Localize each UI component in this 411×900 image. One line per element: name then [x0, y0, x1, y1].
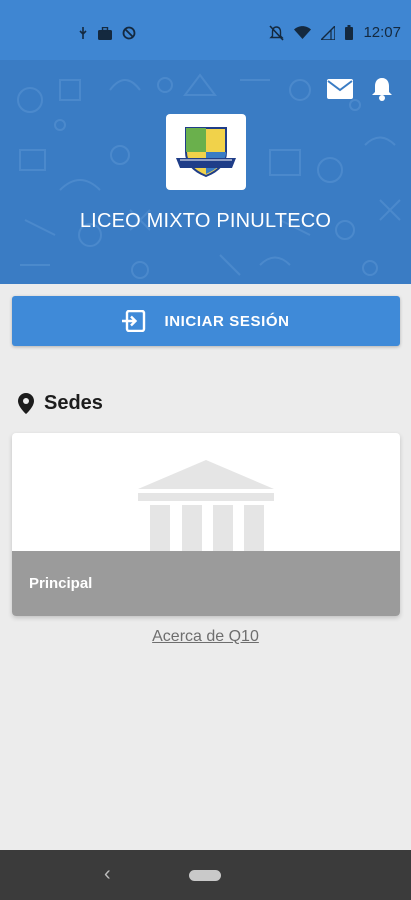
login-button[interactable]: INICIAR SESIÓN [12, 296, 400, 346]
location-pin-icon [18, 393, 34, 414]
bell-off-icon [269, 24, 285, 41]
sedes-heading: Sedes [18, 392, 103, 415]
nav-home-pill[interactable] [189, 870, 221, 881]
status-right-icons: 12:07 [269, 24, 401, 41]
sedes-title: Sedes [44, 392, 103, 414]
status-bar: 12:07 [0, 0, 411, 60]
bell-icon[interactable] [371, 76, 393, 101]
school-crest-icon [176, 127, 236, 178]
blocked-circle-icon [122, 26, 136, 40]
battery-icon [345, 25, 354, 40]
school-logo [166, 114, 246, 190]
mail-icon[interactable] [327, 78, 353, 99]
status-left-icons [78, 26, 136, 40]
campus-card-principal[interactable]: Principal [12, 433, 400, 616]
wifi-icon [294, 26, 312, 39]
login-icon [122, 310, 146, 332]
briefcase-icon [98, 26, 112, 40]
status-time: 12:07 [363, 24, 401, 41]
usb-icon [79, 27, 87, 39]
school-header: LICEO MIXTO PINULTECO [0, 60, 411, 284]
about-q10-link[interactable]: Acerca de Q10 [0, 628, 411, 646]
header-actions [327, 76, 393, 101]
nav-back-button[interactable]: ‹ [104, 863, 111, 886]
signal-icon [321, 25, 336, 40]
campus-name: Principal [29, 575, 93, 592]
system-nav-bar: ‹ [0, 850, 411, 900]
campus-card-overlay: Principal [12, 551, 400, 616]
school-name: LICEO MIXTO PINULTECO [79, 210, 332, 232]
login-button-label: INICIAR SESIÓN [164, 312, 290, 330]
